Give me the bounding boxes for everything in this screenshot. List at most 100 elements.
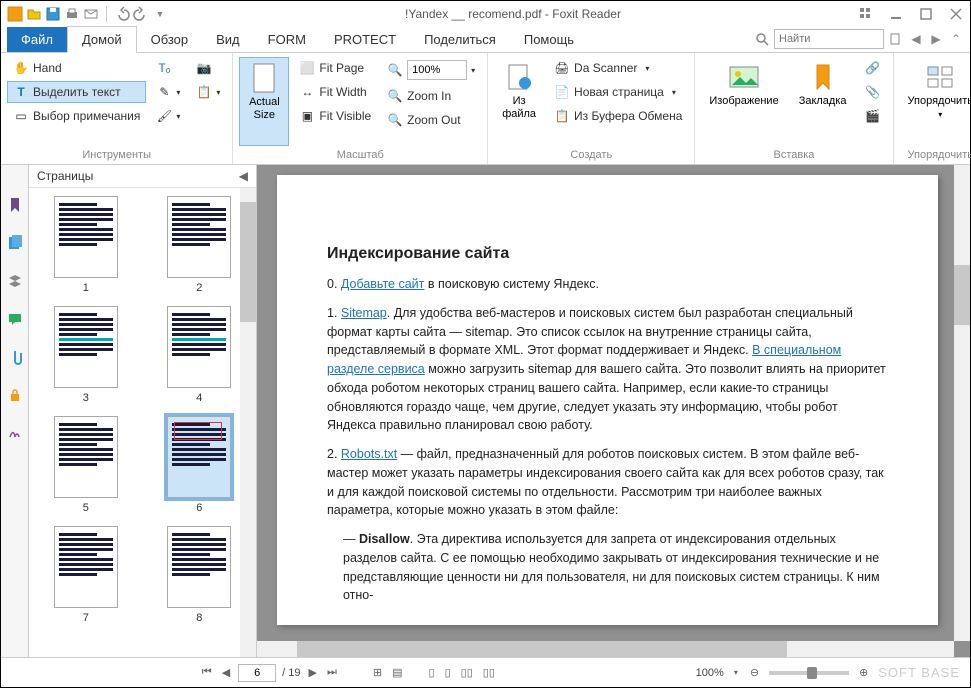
zoom-dropdown-icon[interactable]: ▾ [732,668,740,677]
image-icon [728,61,760,93]
fit-visible-button[interactable]: ▣Fit Visible [293,105,377,127]
tab-home[interactable]: Домой [67,26,137,53]
clipboard-button[interactable]: 📋▾ [190,81,226,103]
doc-link-sitemap[interactable]: Sitemap [341,306,387,320]
fit-page-button[interactable]: ⬜Fit Page [293,57,377,79]
search-icon[interactable] [754,31,770,47]
zoom-slider[interactable] [769,671,849,675]
actual-size-button[interactable]: Actual Size [239,57,289,146]
thumbnail-page-6[interactable]: 6 [151,416,249,514]
thumbnail-page-4[interactable]: 4 [151,306,249,404]
first-page-button[interactable]: ⏮ [200,666,214,679]
scanner-button[interactable]: 🖨Da Scanner▾ [548,57,688,79]
highlight-button[interactable]: ✎▾ [150,81,186,103]
open-icon[interactable] [26,6,42,22]
last-page-button[interactable]: ⏭ [325,666,339,679]
layout-continuous-icon[interactable]: ▯ [443,666,453,679]
fit-width-button[interactable]: ↔Fit Width [293,81,377,103]
layout-continuous-facing-icon[interactable]: ▯▯ [481,666,497,679]
document-viewport[interactable]: Индексирование сайта 0. Добавьте сайт в … [257,165,970,657]
from-clipboard-button[interactable]: 📋Из Буфера Обмена [548,105,688,127]
nav-back-icon[interactable]: ◀ [908,31,924,47]
tab-review[interactable]: Обзор [137,27,203,52]
thumbnail-page-8[interactable]: 8 [151,526,249,624]
tab-form[interactable]: FORM [254,27,320,52]
redo-icon[interactable] [133,6,149,22]
tab-view[interactable]: Вид [202,27,254,52]
tab-help[interactable]: Помощь [510,27,588,52]
thumbnail-label: 8 [151,612,249,624]
from-file-button[interactable]: Из файла [494,57,544,146]
doc-scrollbar-horizontal[interactable] [257,641,954,657]
prev-page-button[interactable]: ◀ [220,666,232,679]
pages-panel-close-icon[interactable]: ◀ [239,169,248,183]
format-button[interactable]: 🖌▾ [150,105,186,127]
tab-share[interactable]: Поделиться [410,27,510,52]
page-number-input[interactable] [238,664,276,682]
layout-single-icon[interactable]: ▯ [427,666,437,679]
zoom-input[interactable] [407,60,467,80]
watermark: SOFT BASE [878,665,960,680]
attachments-panel-icon[interactable] [5,347,25,367]
ribbon-collapse-icon[interactable]: ⌃ [948,31,964,47]
email-icon[interactable] [83,6,99,22]
doc-prev-icon[interactable] [888,31,904,47]
select-annotation-button[interactable]: ▭Выбор примечания [7,105,146,127]
view-mode-2-icon[interactable]: ▤ [390,666,404,679]
image-button[interactable]: Изображение [701,57,786,146]
signatures-panel-icon[interactable] [5,423,25,443]
doc-link-robots[interactable]: Robots.txt [341,447,397,461]
arrange-button[interactable]: Упорядочить ▾ [900,57,971,146]
snapshot-button[interactable]: Tₒ [150,57,186,79]
tab-protect[interactable]: PROTECT [320,27,410,52]
search-input[interactable] [774,29,884,49]
pages-thumbnails[interactable]: 1234567 8 [29,188,256,657]
zoom-out-icon: 🔍 [387,112,403,128]
nav-forward-icon[interactable]: ▶ [928,31,944,47]
zoom-value-input[interactable]: 🔍▾ [381,57,481,83]
print-icon[interactable] [64,6,80,22]
hand-tool-button[interactable]: ✋Hand [7,57,146,79]
thumbnail-page-7[interactable]: 7 [37,526,135,624]
tab-file[interactable]: Файл [7,27,67,52]
maximize-icon[interactable] [918,6,934,22]
thumbnail-page-1[interactable]: 1 [37,196,135,294]
layout-facing-icon[interactable]: ▯▯ [459,666,475,679]
bookmark-button[interactable]: Закладка [791,57,855,146]
link-button[interactable]: 🔗 [859,57,887,79]
clipboard-icon: 📋 [196,84,212,100]
link-icon: 🔗 [865,60,881,76]
camera-icon: 📷 [196,60,212,76]
security-panel-icon[interactable] [5,385,25,405]
view-mode-1-icon[interactable]: ⊞ [371,666,384,679]
zoom-in-status-button[interactable]: ⊕ [857,666,870,679]
scanner-icon: 🖨 [554,60,570,76]
close-icon[interactable] [948,6,964,22]
ribbon-options-icon[interactable] [858,6,874,22]
pages-panel-icon[interactable] [5,233,25,253]
comments-panel-icon[interactable] [5,309,25,329]
thumbnail-page-5[interactable]: 5 [37,416,135,514]
attach-button[interactable]: 📎 [859,81,887,103]
new-page-button[interactable]: 📄Новая страница▾ [548,81,688,103]
group-label-arrange: Упорядочить [900,146,971,164]
pages-scrollbar[interactable] [240,188,256,657]
save-icon[interactable] [45,6,61,22]
thumbnail-page-2[interactable]: 2 [151,196,249,294]
zoom-out-status-button[interactable]: ⊖ [748,666,761,679]
thumbnail-page-3[interactable]: 3 [37,306,135,404]
layers-panel-icon[interactable] [5,271,25,291]
next-page-button[interactable]: ▶ [307,666,319,679]
select-text-button[interactable]: TВыделить текст [7,81,146,103]
ribbon-group-create: Из файла 🖨Da Scanner▾ 📄Новая страница▾ 📋… [488,53,695,164]
camera-button[interactable]: 📷 [190,57,226,79]
media-button[interactable]: 🎬 [859,105,887,127]
doc-link-add-site[interactable]: Добавьте сайт [341,277,424,291]
bookmarks-panel-icon[interactable] [5,195,25,215]
qat-dropdown-icon[interactable]: ▼ [152,6,168,22]
minimize-icon[interactable] [888,6,904,22]
zoom-in-button[interactable]: 🔍Zoom In [381,85,481,107]
zoom-out-button[interactable]: 🔍Zoom Out [381,109,481,131]
undo-icon[interactable] [114,6,130,22]
doc-scrollbar-vertical[interactable] [954,165,970,641]
